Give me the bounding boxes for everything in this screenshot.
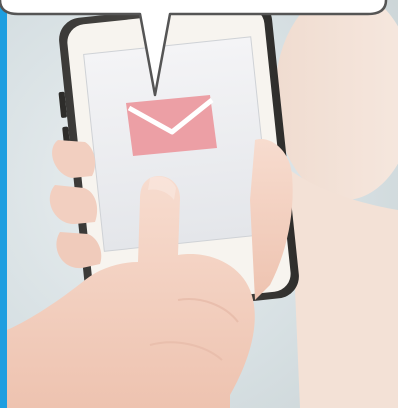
accent-strip — [0, 0, 7, 408]
photo-canvas — [0, 0, 398, 408]
photo-illustration — [0, 0, 398, 408]
envelope-icon — [126, 95, 217, 156]
